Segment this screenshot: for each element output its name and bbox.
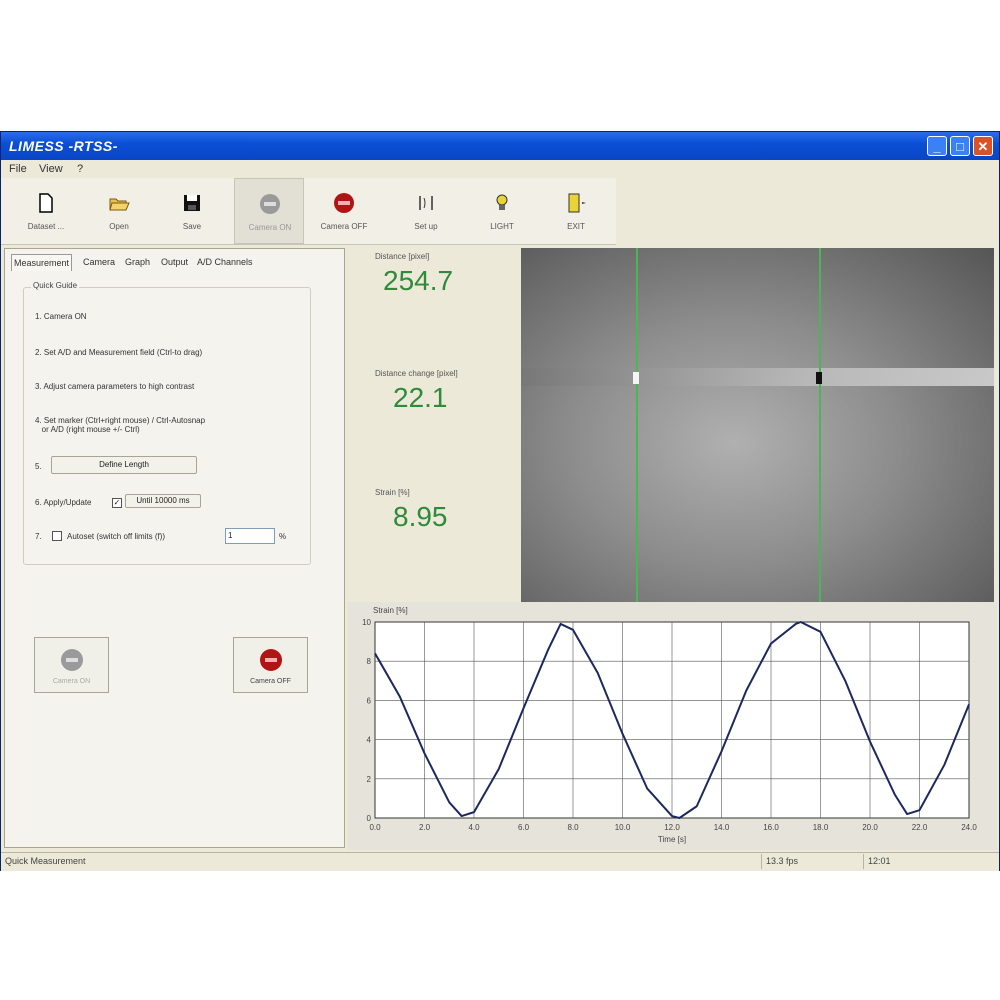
x-tick-label: 24.0 xyxy=(961,823,977,832)
camera-off-icon xyxy=(334,193,354,213)
app-window: LIMESS -RTSS- _ □ ✕ File View ? Dataset … xyxy=(0,131,1000,871)
apply-checkbox[interactable]: ✓ xyxy=(112,498,122,508)
window-title: LIMESS -RTSS- xyxy=(9,138,118,154)
guide-step-3: 3. Adjust camera parameters to high cont… xyxy=(35,382,195,391)
strain-label: Strain [%] xyxy=(375,488,410,497)
x-tick-label: 4.0 xyxy=(468,823,480,832)
camera-off-icon xyxy=(260,649,282,671)
menu-view[interactable]: View xyxy=(39,163,63,175)
light-bulb-icon xyxy=(496,194,508,210)
x-tick-label: 0.0 xyxy=(369,823,381,832)
camera-on-button[interactable]: Camera ON xyxy=(234,178,304,244)
x-tick-label: 20.0 xyxy=(862,823,878,832)
save-icon xyxy=(184,195,200,211)
tab-measurement[interactable]: Measurement xyxy=(11,254,73,271)
camera-on-icon xyxy=(260,194,280,214)
guide-step-1: 1. Camera ON xyxy=(35,312,87,321)
camera-on-icon xyxy=(61,649,83,671)
tab-ad-channels[interactable]: A/D Channels xyxy=(195,254,255,270)
folder-open-icon xyxy=(109,198,130,211)
light-button[interactable]: LIGHT xyxy=(467,178,537,244)
camera-on-big-button[interactable]: Camera ON xyxy=(34,637,109,693)
x-axis-label: Time [s] xyxy=(658,835,686,844)
new-button[interactable]: Dataset ... xyxy=(11,178,81,244)
new-file-icon xyxy=(39,193,53,213)
menu-bar: File View ? xyxy=(1,160,999,178)
define-length-button[interactable]: Define Length xyxy=(51,456,197,474)
marker-line-right[interactable] xyxy=(819,248,821,602)
minimize-button[interactable]: _ xyxy=(927,136,947,156)
y-tick-label: 8 xyxy=(367,657,372,666)
marker-right xyxy=(816,372,822,384)
x-tick-label: 12.0 xyxy=(664,823,680,832)
save-button[interactable]: Save xyxy=(157,178,227,244)
x-tick-label: 18.0 xyxy=(813,823,829,832)
quick-guide-title: Quick Guide xyxy=(31,281,80,290)
guide-step-6: 6. Apply/Update xyxy=(35,498,92,507)
guide-step-7: 7. xyxy=(35,532,42,541)
maximize-button[interactable]: □ xyxy=(950,136,970,156)
guide-step-4: 4. Set marker (Ctrl+right mouse) / Ctrl-… xyxy=(35,416,206,434)
camera-off-button[interactable]: Camera OFF xyxy=(309,178,379,244)
x-tick-label: 16.0 xyxy=(763,823,779,832)
y-tick-label: 10 xyxy=(362,618,371,627)
x-tick-label: 10.0 xyxy=(615,823,631,832)
camera-off-big-button[interactable]: Camera OFF xyxy=(233,637,308,693)
apply-duration-label: Until 10000 ms xyxy=(125,494,201,508)
y-tick-label: 4 xyxy=(367,736,372,745)
close-button[interactable]: ✕ xyxy=(973,136,993,156)
camera-view[interactable] xyxy=(521,248,994,602)
autoset-unit: % xyxy=(279,532,287,541)
ruler-icon xyxy=(419,196,433,210)
open-button[interactable]: Open xyxy=(84,178,154,244)
tab-graph[interactable]: Graph xyxy=(123,254,152,270)
guide-step-5: 5. xyxy=(35,462,42,471)
distance-change-value: 22.1 xyxy=(393,382,448,413)
distance-label: Distance [pixel] xyxy=(375,252,430,261)
y-tick-label: 2 xyxy=(367,775,372,784)
autoset-checkbox[interactable] xyxy=(52,531,62,541)
setup-button[interactable]: Set up xyxy=(391,178,461,244)
autoset-label: Autoset (switch off limits (f)) xyxy=(67,532,166,541)
tab-output[interactable]: Output xyxy=(159,254,190,270)
status-bar: Quick Measurement 13.3 fps 12:01 xyxy=(1,852,999,871)
x-tick-label: 8.0 xyxy=(567,823,579,832)
y-tick-label: 6 xyxy=(367,696,372,705)
distance-change-label: Distance change [pixel] xyxy=(375,369,458,378)
exit-button[interactable]: EXIT xyxy=(541,178,611,244)
specimen-band xyxy=(521,368,994,386)
toolbar: Dataset ... Open Save Camera ON Camera O… xyxy=(1,178,616,245)
strain-value: 8.95 xyxy=(393,501,448,532)
x-tick-label: 2.0 xyxy=(419,823,431,832)
exit-door-icon xyxy=(568,193,586,213)
title-bar[interactable]: LIMESS -RTSS- _ □ ✕ xyxy=(1,132,999,160)
status-fps: 13.3 fps xyxy=(761,854,861,869)
readout-panel xyxy=(347,248,519,602)
status-mode: Quick Measurement xyxy=(5,856,86,866)
strain-chart: 0.0 2.0 4.0 6.0 8.0 10.0 12.0 14.0 16.0 18.0 20.0 2… xyxy=(362,618,977,844)
x-tick-label: 14.0 xyxy=(714,823,730,832)
marker-line-left[interactable] xyxy=(636,248,638,602)
status-time: 12:01 xyxy=(863,854,998,869)
x-tick-label: 6.0 xyxy=(518,823,530,832)
menu-file[interactable]: File xyxy=(9,163,27,175)
guide-step-2: 2. Set A/D and Measurement field (Ctrl-t… xyxy=(35,348,203,357)
marker-left xyxy=(633,372,639,384)
y-tick-label: 0 xyxy=(367,814,372,823)
plot-title: Strain [%] xyxy=(373,606,408,615)
autoset-value-input[interactable]: 1 xyxy=(225,528,275,544)
x-tick-label: 22.0 xyxy=(912,823,928,832)
menu-help[interactable]: ? xyxy=(77,163,83,175)
tab-camera[interactable]: Camera xyxy=(81,254,117,270)
distance-value: 254.7 xyxy=(383,265,454,296)
